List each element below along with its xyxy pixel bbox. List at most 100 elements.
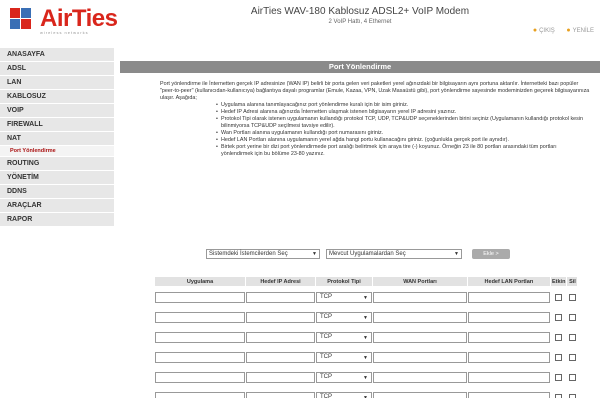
application-cell xyxy=(155,288,245,306)
lan-ports-cell xyxy=(468,388,550,398)
target-ip-input[interactable] xyxy=(246,291,315,303)
delete-checkbox[interactable] xyxy=(568,314,576,321)
delete-checkbox[interactable] xyxy=(568,334,576,341)
description: Port yönlendirme ile İnternetten gerçek … xyxy=(160,81,590,158)
protocol-select[interactable]: TCP ▼ xyxy=(316,351,372,363)
target-ip-input[interactable] xyxy=(246,351,315,363)
instruction-item: Uygulama alanına tanımlayacağınız port y… xyxy=(216,102,590,109)
application-cell xyxy=(155,348,245,366)
sidebar-item-routing[interactable]: ROUTING xyxy=(0,157,114,171)
logo-mark-icon xyxy=(10,8,36,30)
enabled-checkbox[interactable] xyxy=(555,314,563,321)
sidebar-item-port-forwarding[interactable]: Port Yönlendirme xyxy=(0,146,114,157)
selectors-row: Sistemdeki İstemcilerden Seç ▼ Mevcut Uy… xyxy=(206,249,510,259)
dropdown-arrow-icon: ▼ xyxy=(363,354,368,361)
instruction-item: Hedef LAN Portları alanına uygulamanın y… xyxy=(216,137,590,144)
wan-ports-input[interactable] xyxy=(373,351,467,363)
logo-subtitle: wireless networks xyxy=(40,30,89,35)
add-button[interactable]: Ekle > xyxy=(472,249,510,259)
application-input[interactable] xyxy=(155,291,245,303)
application-cell xyxy=(155,388,245,398)
app-root: AirTies wireless networks AirTies WAV-18… xyxy=(0,0,600,398)
wan-ports-input[interactable] xyxy=(373,391,467,398)
delete-cell xyxy=(567,308,577,326)
wan-ports-input[interactable] xyxy=(373,371,467,383)
enabled-checkbox[interactable] xyxy=(555,334,563,341)
lan-ports-input[interactable] xyxy=(468,371,550,383)
application-input[interactable] xyxy=(155,351,245,363)
enabled-checkbox[interactable] xyxy=(555,294,563,301)
client-select[interactable]: Sistemdeki İstemcilerden Seç ▼ xyxy=(206,249,320,259)
application-select[interactable]: Mevcut Uygulamalardan Seç ▼ xyxy=(326,249,462,259)
logout-link[interactable]: ● ÇIKIŞ xyxy=(533,27,555,34)
target-ip-cell xyxy=(246,388,315,398)
enabled-checkbox[interactable] xyxy=(555,354,563,361)
delete-checkbox[interactable] xyxy=(568,394,576,398)
wan-ports-input[interactable] xyxy=(373,331,467,343)
sidebar-item-lan[interactable]: LAN xyxy=(0,76,114,90)
sidebar-item-rapor[interactable]: RAPOR xyxy=(0,213,114,227)
wan-ports-input[interactable] xyxy=(373,311,467,323)
bullet-icon: ● xyxy=(566,27,571,34)
delete-checkbox[interactable] xyxy=(568,374,576,381)
enabled-cell xyxy=(551,368,566,386)
protocol-select[interactable]: TCP ▼ xyxy=(316,391,372,398)
target-ip-input[interactable] xyxy=(246,391,315,398)
instruction-item: Wan Portları alanına uygulamanın kulland… xyxy=(216,130,590,137)
refresh-link[interactable]: ● YENİLE xyxy=(566,27,594,34)
delete-checkbox[interactable] xyxy=(568,354,576,361)
logo-text: AirTies xyxy=(40,5,118,32)
target-ip-input[interactable] xyxy=(246,311,315,323)
rules-table: Uygulama Hedef IP Adresi Protokol Tipi W… xyxy=(154,275,578,398)
protocol-select[interactable]: TCP ▼ xyxy=(316,311,372,323)
sidebar-item-kablosuz[interactable]: KABLOSUZ xyxy=(0,90,114,104)
table-row: TCP ▼ xyxy=(155,308,577,326)
protocol-cell: TCP ▼ xyxy=(316,308,372,326)
wan-ports-cell xyxy=(373,328,467,346)
lan-ports-input[interactable] xyxy=(468,351,550,363)
intro-text: Port yönlendirme ile İnternetten gerçek … xyxy=(160,81,590,101)
application-input[interactable] xyxy=(155,311,245,323)
enabled-checkbox[interactable] xyxy=(555,394,563,398)
target-ip-cell xyxy=(246,288,315,306)
protocol-cell: TCP ▼ xyxy=(316,388,372,398)
enabled-cell xyxy=(551,348,566,366)
lan-ports-input[interactable] xyxy=(468,291,550,303)
protocol-select[interactable]: TCP ▼ xyxy=(316,371,372,383)
application-input[interactable] xyxy=(155,391,245,398)
sidebar-item-araclar[interactable]: ARAÇLAR xyxy=(0,199,114,213)
sidebar-item-yonetim[interactable]: YÖNETİM xyxy=(0,171,114,185)
sidebar-item-nat[interactable]: NAT xyxy=(0,132,114,146)
target-ip-input[interactable] xyxy=(246,331,315,343)
delete-checkbox[interactable] xyxy=(568,294,576,301)
sidebar-item-anasayfa[interactable]: ANASAYFA xyxy=(0,48,114,62)
dropdown-arrow-icon: ▼ xyxy=(312,251,317,257)
column-header: Hedef LAN Portları xyxy=(468,277,550,286)
table-row: TCP ▼ xyxy=(155,328,577,346)
instruction-list: Uygulama alanına tanımlayacağınız port y… xyxy=(216,102,590,158)
application-input[interactable] xyxy=(155,331,245,343)
delete-cell xyxy=(567,368,577,386)
wan-ports-cell xyxy=(373,368,467,386)
application-input[interactable] xyxy=(155,371,245,383)
sidebar: ANASAYFA ADSL LAN KABLOSUZ VOIP FIREWALL… xyxy=(0,48,114,227)
table-row: TCP ▼ xyxy=(155,388,577,398)
sidebar-item-ddns[interactable]: DDNS xyxy=(0,185,114,199)
lan-ports-cell xyxy=(468,308,550,326)
lan-ports-input[interactable] xyxy=(468,391,550,398)
protocol-select[interactable]: TCP ▼ xyxy=(316,291,372,303)
sidebar-item-adsl[interactable]: ADSL xyxy=(0,62,114,76)
target-ip-input[interactable] xyxy=(246,371,315,383)
lan-ports-input[interactable] xyxy=(468,311,550,323)
sidebar-item-firewall[interactable]: FIREWALL xyxy=(0,118,114,132)
sidebar-item-voip[interactable]: VOIP xyxy=(0,104,114,118)
lan-ports-input[interactable] xyxy=(468,331,550,343)
protocol-select[interactable]: TCP ▼ xyxy=(316,331,372,343)
target-ip-cell xyxy=(246,328,315,346)
wan-ports-input[interactable] xyxy=(373,291,467,303)
wan-ports-cell xyxy=(373,308,467,326)
header-links: ● ÇIKIŞ ● YENİLE xyxy=(523,27,594,34)
target-ip-cell xyxy=(246,368,315,386)
page-subtitle: 2 VoIP Hattı, 4 Ethernet xyxy=(328,19,392,25)
enabled-checkbox[interactable] xyxy=(555,374,563,381)
